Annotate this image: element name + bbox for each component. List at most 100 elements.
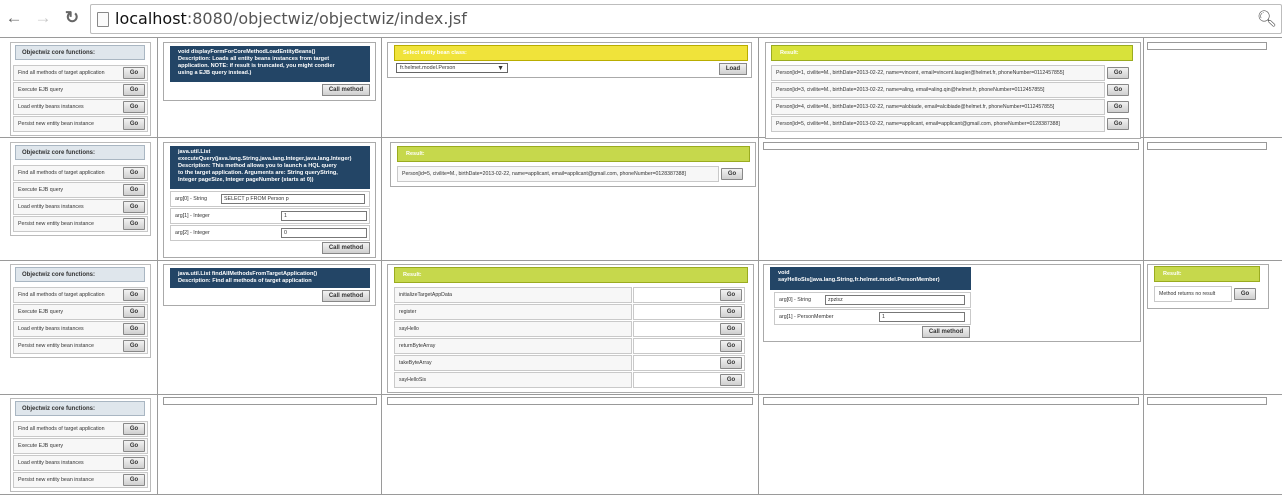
go-button[interactable]: Go: [1107, 118, 1129, 130]
zoom-icon[interactable]: 🔍︎: [1257, 9, 1277, 29]
go-button[interactable]: Go: [720, 340, 742, 352]
result-title: Result:: [771, 45, 1133, 61]
grid-line: [0, 260, 1282, 261]
grid-line: [0, 37, 1282, 38]
go-button[interactable]: Go: [123, 474, 145, 486]
empty-panel: [1147, 397, 1267, 405]
result-row: Person[id=4, civilite=M., birthDate=2013…: [771, 99, 1105, 115]
go-button[interactable]: Go: [720, 306, 742, 318]
arg-row: arg[2] - Integer 0: [170, 225, 370, 241]
core-item-load-entities: Load entity beans instances Go: [13, 321, 148, 337]
empty-panel: [763, 397, 1139, 405]
go-button[interactable]: Go: [1107, 101, 1129, 113]
call-method-button[interactable]: Call method: [322, 84, 370, 96]
empty-panel: [163, 397, 377, 405]
go-button[interactable]: Go: [720, 289, 742, 301]
arg-row: arg[1] - Integer 1: [170, 208, 370, 224]
go-button[interactable]: Go: [123, 101, 145, 113]
empty-panel: [763, 142, 1139, 150]
go-button[interactable]: Go: [123, 84, 145, 96]
load-button[interactable]: Load: [719, 63, 747, 75]
dropdown-arrow-icon: ▼: [497, 65, 504, 72]
go-button[interactable]: Go: [123, 218, 145, 230]
core-item-persist-entity: Persist new entity bean instance Go: [13, 116, 148, 132]
method-action-cell: Go: [633, 355, 745, 371]
arg2-input[interactable]: 0: [281, 228, 367, 238]
grid-line: [0, 394, 1282, 395]
call-method-button[interactable]: Call method: [922, 326, 970, 338]
core-item-ejb-query: Execute EJB query Go: [13, 82, 148, 98]
method-action-cell: Go: [633, 338, 745, 354]
core-item-ejb-query: Execute EJB query Go: [13, 182, 148, 198]
go-button[interactable]: Go: [1107, 84, 1129, 96]
result-row: Person[id=5, civilite=M., birthDate=2013…: [397, 166, 719, 182]
call-method-button[interactable]: Call method: [322, 242, 370, 254]
go-button[interactable]: Go: [123, 67, 145, 79]
method-row: sayHelloSis: [394, 372, 632, 388]
arg-row: arg[0] - String zpzisz: [774, 292, 971, 308]
go-button[interactable]: Go: [720, 323, 742, 335]
method-row: initializeTargetAppData: [394, 287, 632, 303]
go-button[interactable]: Go: [123, 340, 145, 352]
method-signature: java.util.List executeQuery(java.lang.St…: [170, 146, 370, 189]
call-method-button[interactable]: Call method: [322, 290, 370, 302]
core-panel-title: Objectwiz core functions:: [15, 267, 145, 282]
result-box: Result: initializeTargetAppData Go regis…: [387, 264, 754, 393]
result-row: Person[id=1, civilite=M., birthDate=2013…: [771, 65, 1105, 81]
go-button[interactable]: Go: [123, 289, 145, 301]
go-button[interactable]: Go: [1107, 67, 1129, 79]
address-bar[interactable]: localhost:8080/objectwiz/objectwiz/index…: [90, 4, 1282, 34]
method-signature: void sayHelloSis(java.lang.String,fr.hel…: [770, 267, 971, 290]
go-button[interactable]: Go: [123, 167, 145, 179]
go-button[interactable]: Go: [720, 357, 742, 369]
arg-row: arg[1] - PersonMember 1: [774, 309, 971, 325]
go-button[interactable]: Go: [123, 423, 145, 435]
result-row: Method returns no result: [1154, 286, 1232, 302]
core-item-find-methods: Find all methods of target application Go: [13, 421, 148, 437]
arg1-input[interactable]: 1: [281, 211, 367, 221]
go-button[interactable]: Go: [123, 201, 145, 213]
core-functions-panel: Objectwiz core functions: Find all metho…: [10, 264, 151, 358]
grid-line: [1143, 37, 1144, 495]
core-panel-title: Objectwiz core functions:: [15, 45, 145, 60]
go-button[interactable]: Go: [123, 184, 145, 196]
go-button[interactable]: Go: [720, 374, 742, 386]
page-icon: [97, 12, 109, 27]
core-item-find-methods: Find all methods of target application Go: [13, 287, 148, 303]
method-signature: void displayFormForCoreMethodLoadEntityB…: [170, 46, 370, 82]
method-row: returnByteArray: [394, 338, 632, 354]
back-arrow-icon[interactable]: ←: [4, 8, 24, 28]
go-button[interactable]: Go: [123, 323, 145, 335]
core-item-load-entities: Load entity beans instances Go: [13, 455, 148, 471]
go-button[interactable]: Go: [721, 168, 743, 180]
core-functions-panel: Objectwiz core functions: Find all metho…: [10, 42, 151, 136]
grid-line: [157, 37, 158, 495]
go-button[interactable]: Go: [123, 440, 145, 452]
method-box-find-methods: java.util.List findAllMethodsFromTargetA…: [163, 264, 376, 306]
arg0-input[interactable]: zpzisz: [825, 295, 965, 305]
method-action-cell: Go: [633, 304, 745, 320]
method-action-cell: Go: [633, 287, 745, 303]
result-row: Person[id=5, civilite=M., birthDate=2013…: [771, 116, 1105, 132]
result-title: Result:: [394, 267, 748, 283]
reload-icon[interactable]: ↻: [62, 8, 82, 28]
empty-panel: [1147, 42, 1267, 50]
arg1-input[interactable]: 1: [879, 312, 965, 322]
entity-select-box: Select entity bean class: fr.helmet.mode…: [387, 42, 752, 78]
empty-panel: [1147, 142, 1267, 150]
forward-arrow-icon[interactable]: →: [33, 8, 53, 28]
core-item-find-methods: Find all methods of target application Go: [13, 65, 148, 81]
method-box-load-entities: void displayFormForCoreMethodLoadEntityB…: [163, 42, 376, 101]
entity-class-select[interactable]: fr.helmet.model.Person ▼: [396, 63, 508, 73]
go-button[interactable]: Go: [123, 118, 145, 130]
method-signature: java.util.List findAllMethodsFromTargetA…: [170, 268, 370, 288]
core-item-find-methods: Find all methods of target application Go: [13, 165, 148, 181]
go-button[interactable]: Go: [123, 457, 145, 469]
go-button[interactable]: Go: [1234, 288, 1256, 300]
go-button[interactable]: Go: [123, 306, 145, 318]
method-box-say-hello-sis: void sayHelloSis(java.lang.String,fr.hel…: [763, 264, 1141, 342]
arg0-input[interactable]: SELECT p FROM Person p: [221, 194, 365, 204]
core-panel-title: Objectwiz core functions:: [15, 145, 145, 160]
url-text: localhost:8080/objectwiz/objectwiz/index…: [115, 9, 467, 28]
result-box: Result: Method returns no result Go: [1147, 264, 1269, 309]
